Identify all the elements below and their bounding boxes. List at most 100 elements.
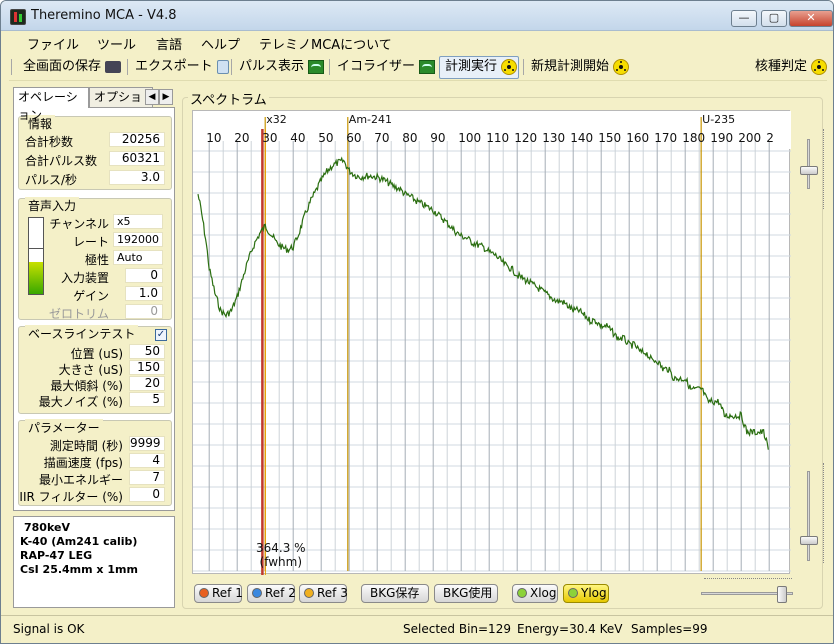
app-window: Theremino MCA - V4.8 — ▢ ✕ ファイル ツール 言語 ヘ… xyxy=(0,0,834,644)
start-measure-content: 計測実行 xyxy=(445,58,518,78)
info-group: 情報 合計秒数 20256 合計パルス数 60321 パルス/秒 3.0 xyxy=(18,115,172,190)
x-tick-label: 140 xyxy=(570,131,594,145)
ylog-button[interactable]: Ylog xyxy=(563,584,609,603)
x-tick-label: 60 xyxy=(346,131,362,145)
tab-options[interactable]: オプション xyxy=(89,87,153,122)
horizontal-slider[interactable] xyxy=(777,586,787,603)
x-tick-label: 30 xyxy=(262,131,278,145)
x-tick-label: 70 xyxy=(374,131,390,145)
x-tick-label: 40 xyxy=(290,131,306,145)
draw-speed-label: 描画速度 (fps) xyxy=(43,456,123,470)
notes-box[interactable]: 780keV K-40 (Am241 calib) RAP-47 LEG CsI… xyxy=(13,516,175,608)
zero-trim-label: ゼロトリム xyxy=(48,307,109,321)
notes-line: 780keV xyxy=(24,521,70,534)
zero-trim-field[interactable]: 0 xyxy=(125,304,163,319)
bkg-save-button[interactable]: BKG保存 xyxy=(361,584,429,603)
draw-speed-field[interactable]: 4 xyxy=(129,453,165,468)
max-slope-field[interactable]: 20 xyxy=(129,376,165,391)
top-vertical-slider[interactable] xyxy=(800,166,818,175)
waveform-icon xyxy=(419,59,436,74)
tab-operation[interactable]: オペレーション xyxy=(13,87,89,122)
channel-select[interactable]: x5 xyxy=(113,214,163,229)
rate-label: レート xyxy=(72,235,109,249)
export-button[interactable]: エクスポート xyxy=(135,58,229,78)
radiation-icon xyxy=(811,58,828,75)
maximize-button[interactable]: ▢ xyxy=(761,10,787,27)
x-tick-label: 80 xyxy=(402,131,418,145)
close-button[interactable]: ✕ xyxy=(789,10,833,27)
x-tick-label: 90 xyxy=(430,131,446,145)
radiation-icon xyxy=(613,58,630,75)
new-measure-label: 新規計測開始 xyxy=(531,59,610,74)
rate-select[interactable]: 192000 xyxy=(113,232,163,247)
menu-tools[interactable]: ツール xyxy=(97,34,136,53)
x-tick-label: 160 xyxy=(626,131,650,145)
vertical-slider-track xyxy=(807,471,810,561)
spectrum-chart[interactable] xyxy=(193,111,791,575)
iir-filter-field[interactable]: 0 xyxy=(129,487,165,502)
nuclide-id-button[interactable]: 核種判定 xyxy=(755,58,828,78)
x-tick-label: 100 xyxy=(458,131,482,145)
toolbar-separator xyxy=(329,59,330,75)
save-screen-label: 全画面の保存 xyxy=(23,59,102,74)
notes-line: K-40 (Am241 calib) xyxy=(20,535,138,548)
x-tick-label: 110 xyxy=(486,131,510,145)
gain-label: ゲイン xyxy=(73,289,109,303)
position-field[interactable]: 50 xyxy=(129,344,165,359)
equalizer-label: イコライザー xyxy=(337,59,416,74)
toolbar-separator xyxy=(127,59,128,75)
input-device-field[interactable]: 0 xyxy=(125,268,163,283)
gain-field[interactable]: 1.0 xyxy=(125,286,163,301)
bottom-vertical-slider[interactable] xyxy=(800,536,818,545)
position-label: 位置 (uS) xyxy=(70,347,123,361)
min-energy-field[interactable]: 7 xyxy=(129,470,165,485)
equalizer-button[interactable]: イコライザー xyxy=(337,58,436,78)
pulse-view-button[interactable]: パルス表示 xyxy=(239,58,325,78)
ylog-label: Ylog xyxy=(581,586,607,600)
minimize-button[interactable]: — xyxy=(731,10,757,27)
measure-time-field[interactable]: 9999 xyxy=(129,436,165,451)
energy-status: Energy=30.4 KeV xyxy=(517,622,623,636)
tab-next-arrow[interactable]: ▶ xyxy=(159,89,173,105)
ref2-label: Ref 2 xyxy=(265,586,296,600)
x-axis-ticks: 10 20 30 40 50 60 70 80 90 100 110 120 130 140 150 160 1… xyxy=(192,111,790,151)
menu-help[interactable]: ヘルプ xyxy=(201,34,240,53)
waveform-icon xyxy=(308,59,325,74)
max-noise-field[interactable]: 5 xyxy=(129,392,165,407)
spectrum-title: スペクトラム xyxy=(188,89,269,108)
menu-file[interactable]: ファイル xyxy=(27,34,79,53)
radiation-icon xyxy=(501,58,518,75)
total-pulses-value: 60321 xyxy=(109,151,165,166)
save-screen-button[interactable]: 全画面の保存 xyxy=(23,58,122,78)
polarity-label: 極性 xyxy=(84,253,109,267)
xlog-button[interactable]: Xlog xyxy=(512,584,558,603)
x-tick-label: 50 xyxy=(318,131,334,145)
scroll-icon xyxy=(216,59,229,74)
ref3-dot xyxy=(304,588,314,598)
level-meter xyxy=(28,217,44,295)
menu-bar: ファイル ツール 言語 ヘルプ テレミノMCAについて xyxy=(9,31,827,53)
menu-language[interactable]: 言語 xyxy=(156,34,182,53)
tab-prev-arrow[interactable]: ◀ xyxy=(145,89,159,105)
ref2-dot xyxy=(252,588,262,598)
pulses-per-sec-label: パルス/秒 xyxy=(25,173,78,187)
size-field[interactable]: 150 xyxy=(129,360,165,375)
parameters-group: パラメーター 測定時間 (秒) 9999 描画速度 (fps) 4 最小エネルギ… xyxy=(18,419,172,506)
menu-about[interactable]: テレミノMCAについて xyxy=(259,34,392,53)
pulse-view-label: パルス表示 xyxy=(239,59,305,74)
polarity-select[interactable]: Auto xyxy=(113,250,163,265)
start-measure-label: 計測実行 xyxy=(445,59,498,74)
xlog-label: Xlog xyxy=(530,586,557,600)
x-tick-label: 20 xyxy=(234,131,250,145)
new-measure-button[interactable]: 新規計測開始 xyxy=(531,58,630,78)
ref1-button[interactable]: Ref 1 xyxy=(194,584,243,603)
bkg-use-button[interactable]: BKG使用 xyxy=(434,584,498,603)
ref2-button[interactable]: Ref 2 xyxy=(247,584,296,603)
ref3-button[interactable]: Ref 3 xyxy=(299,584,348,603)
spectrum-plot[interactable] xyxy=(192,110,791,575)
total-seconds-label: 合計秒数 xyxy=(25,135,74,149)
baseline-checkbox[interactable]: ✓ xyxy=(155,329,167,341)
total-seconds-value: 20256 xyxy=(109,132,165,147)
min-energy-label: 最小エネルギー xyxy=(38,473,123,487)
slider-ticks xyxy=(823,129,827,209)
